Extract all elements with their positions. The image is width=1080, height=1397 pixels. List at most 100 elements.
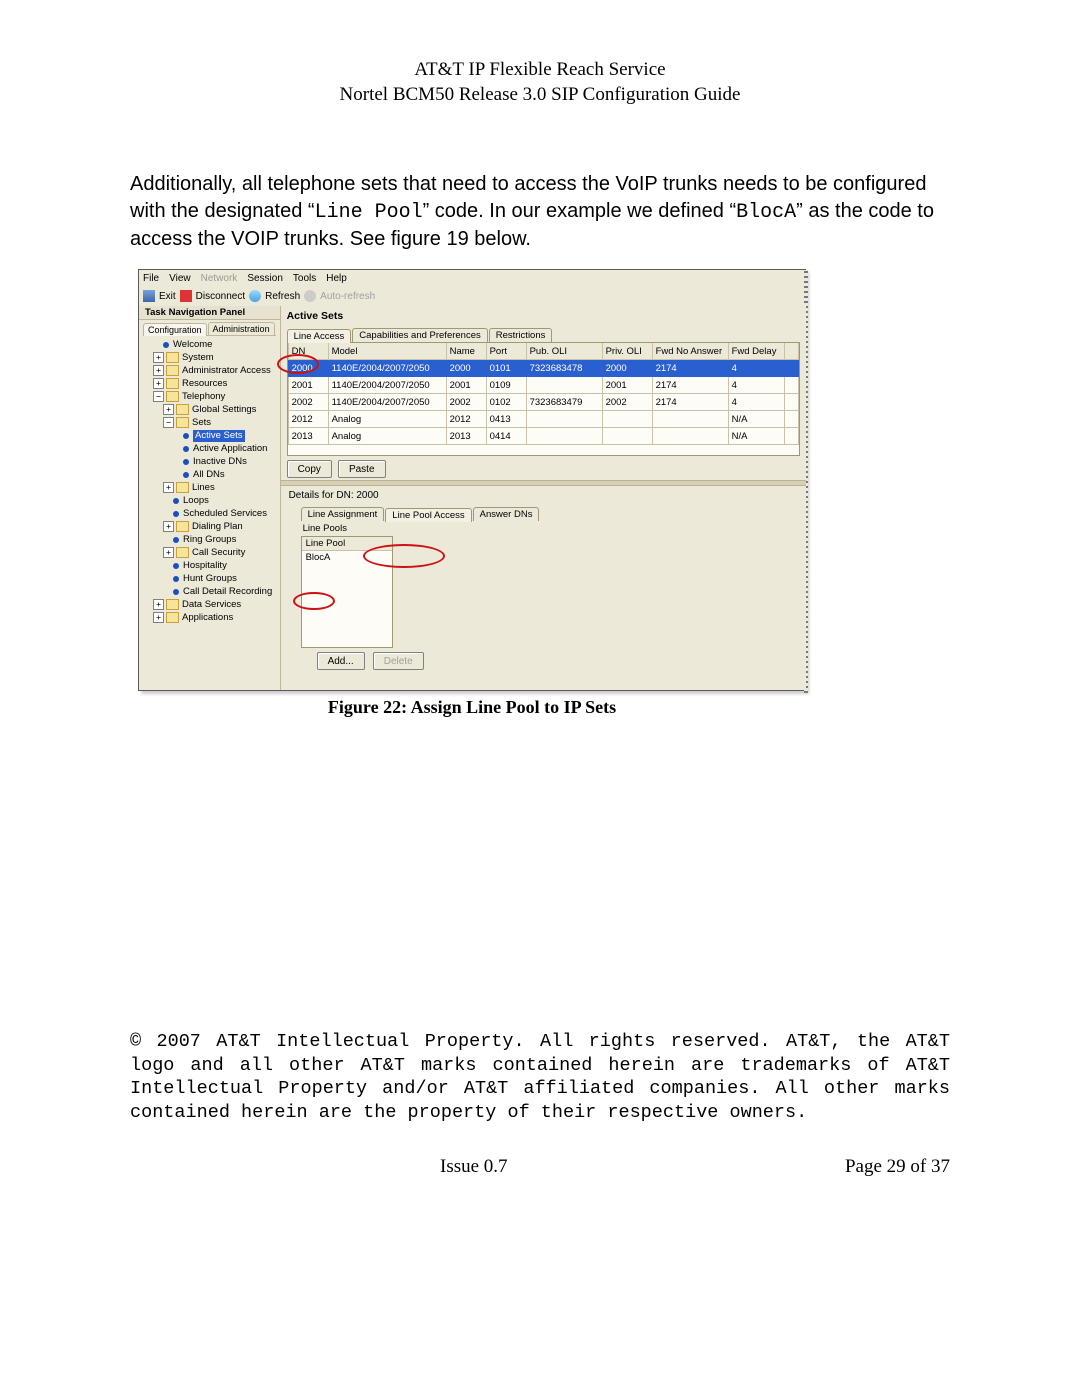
cell-fwddelay[interactable]: 4 (728, 377, 784, 394)
nav-data-services[interactable]: Data Services (182, 599, 241, 611)
cell-fwdna[interactable]: 2174 (652, 360, 728, 377)
menu-help[interactable]: Help (326, 273, 347, 284)
nav-welcome[interactable]: Welcome (173, 339, 212, 351)
cell-dn[interactable]: 2013 (288, 428, 328, 445)
menu-file[interactable]: File (143, 273, 159, 284)
cell-name[interactable]: 2013 (446, 428, 486, 445)
menu-view[interactable]: View (169, 273, 191, 284)
cell-model[interactable]: 1140E/2004/2007/2050 (328, 360, 446, 377)
nav-call-security[interactable]: Call Security (192, 547, 245, 559)
table-row[interactable]: 20011140E/2004/2007/20502001010920012174… (288, 377, 798, 394)
col-puboli[interactable]: Pub. OLI (526, 343, 602, 360)
col-port[interactable]: Port (486, 343, 526, 360)
cell-port[interactable]: 0413 (486, 411, 526, 428)
nav-lines[interactable]: Lines (192, 482, 215, 494)
cell-privoli[interactable] (602, 411, 652, 428)
nav-hospitality[interactable]: Hospitality (183, 560, 227, 572)
cell-model[interactable]: Analog (328, 411, 446, 428)
expand-icon[interactable]: + (153, 599, 164, 610)
nav-telephony[interactable]: Telephony (182, 391, 225, 403)
tab-restrictions[interactable]: Restrictions (489, 328, 553, 342)
cell-dn[interactable]: 2001 (288, 377, 328, 394)
refresh-button[interactable]: Refresh (265, 291, 300, 302)
add-button[interactable]: Add... (317, 652, 365, 670)
disconnect-button[interactable]: Disconnect (196, 291, 245, 302)
col-dn[interactable]: DN (288, 343, 328, 360)
menu-session[interactable]: Session (247, 273, 283, 284)
tab-configuration[interactable]: Configuration (143, 323, 207, 336)
expand-icon[interactable]: + (163, 547, 174, 558)
cell-puboli[interactable] (526, 377, 602, 394)
cell-dn[interactable]: 2002 (288, 394, 328, 411)
nav-global-settings[interactable]: Global Settings (192, 404, 256, 416)
expand-icon[interactable]: + (153, 378, 164, 389)
cell-puboli[interactable] (526, 428, 602, 445)
expand-icon[interactable]: + (163, 404, 174, 415)
expand-icon[interactable]: + (153, 352, 164, 363)
cell-name[interactable]: 2012 (446, 411, 486, 428)
cell-name[interactable]: 2000 (446, 360, 486, 377)
col-model[interactable]: Model (328, 343, 446, 360)
cell-fwdna[interactable]: 2174 (652, 394, 728, 411)
cell-model[interactable]: 1140E/2004/2007/2050 (328, 394, 446, 411)
navigation-tree[interactable]: Welcome +System +Administrator Access +R… (139, 336, 280, 626)
col-fwdna[interactable]: Fwd No Answer (652, 343, 728, 360)
nav-dialing-plan[interactable]: Dialing Plan (192, 521, 243, 533)
collapse-icon[interactable]: − (163, 417, 174, 428)
table-row[interactable]: 20021140E/2004/2007/20502002010273236834… (288, 394, 798, 411)
tab-answer-dns[interactable]: Answer DNs (473, 507, 540, 521)
cell-privoli[interactable]: 2000 (602, 360, 652, 377)
nav-inactive-dns[interactable]: Inactive DNs (193, 456, 247, 468)
expand-icon[interactable]: + (163, 521, 174, 532)
cell-dn[interactable]: 2012 (288, 411, 328, 428)
cell-dn[interactable]: 2000 (288, 360, 328, 377)
expand-icon[interactable]: + (153, 365, 164, 376)
cell-fwddelay[interactable]: 4 (728, 360, 784, 377)
cell-fwddelay[interactable]: N/A (728, 428, 784, 445)
line-pool-list[interactable]: Line Pool BlocA (301, 536, 393, 648)
table-row[interactable]: 2012Analog20120413N/A (288, 411, 798, 428)
nav-active-application[interactable]: Active Application (193, 443, 267, 455)
active-sets-table[interactable]: DN Model Name Port Pub. OLI Priv. OLI Fw… (287, 342, 800, 456)
expand-icon[interactable]: + (153, 612, 164, 623)
cell-model[interactable]: Analog (328, 428, 446, 445)
cell-fwdna[interactable]: 2174 (652, 377, 728, 394)
expand-icon[interactable]: + (163, 482, 174, 493)
tab-capabilities[interactable]: Capabilities and Preferences (352, 328, 487, 342)
collapse-icon[interactable]: − (153, 391, 164, 402)
nav-cdr[interactable]: Call Detail Recording (183, 586, 272, 598)
cell-fwdna[interactable] (652, 428, 728, 445)
col-name[interactable]: Name (446, 343, 486, 360)
exit-icon[interactable] (143, 290, 155, 302)
paste-button[interactable]: Paste (338, 460, 386, 478)
nav-loops[interactable]: Loops (183, 495, 209, 507)
nav-resources[interactable]: Resources (182, 378, 227, 390)
cell-puboli[interactable]: 7323683479 (526, 394, 602, 411)
cell-port[interactable]: 0414 (486, 428, 526, 445)
cell-fwdna[interactable] (652, 411, 728, 428)
nav-ring-groups[interactable]: Ring Groups (183, 534, 236, 546)
nav-system[interactable]: System (182, 352, 214, 364)
splitter[interactable] (281, 480, 806, 486)
table-row[interactable]: 2013Analog20130414N/A (288, 428, 798, 445)
col-fwddelay[interactable]: Fwd Delay (728, 343, 784, 360)
nav-scheduled[interactable]: Scheduled Services (183, 508, 267, 520)
copy-button[interactable]: Copy (287, 460, 332, 478)
refresh-icon[interactable] (249, 290, 261, 302)
nav-hunt-groups[interactable]: Hunt Groups (183, 573, 237, 585)
cell-model[interactable]: 1140E/2004/2007/2050 (328, 377, 446, 394)
nav-sets[interactable]: Sets (192, 417, 211, 429)
tab-administration[interactable]: Administration (208, 322, 275, 335)
table-row[interactable]: 20001140E/2004/2007/20502000010173236834… (288, 360, 798, 377)
line-pool-value[interactable]: BlocA (302, 551, 392, 564)
tab-line-access[interactable]: Line Access (287, 329, 352, 343)
tab-line-pool-access[interactable]: Line Pool Access (385, 508, 471, 522)
cell-port[interactable]: 0102 (486, 394, 526, 411)
cell-name[interactable]: 2002 (446, 394, 486, 411)
nav-active-sets[interactable]: Active Sets (193, 430, 245, 442)
cell-privoli[interactable] (602, 428, 652, 445)
cell-fwddelay[interactable]: 4 (728, 394, 784, 411)
exit-button[interactable]: Exit (159, 291, 176, 302)
cell-port[interactable]: 0109 (486, 377, 526, 394)
cell-privoli[interactable]: 2001 (602, 377, 652, 394)
